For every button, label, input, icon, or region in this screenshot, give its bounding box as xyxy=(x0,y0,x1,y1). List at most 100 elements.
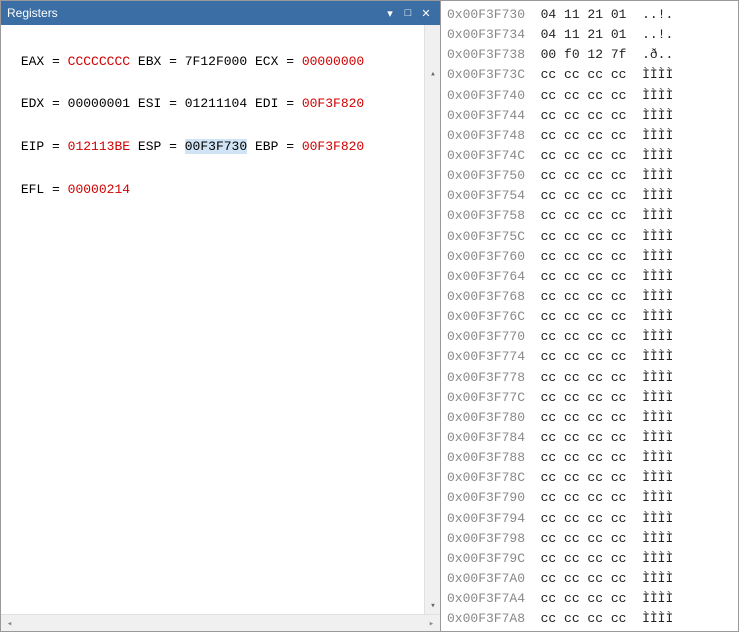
memory-address: 0x00F3F76C xyxy=(447,309,525,324)
scroll-right-icon[interactable]: ▸ xyxy=(423,615,440,632)
reg-eax-value[interactable]: CCCCCCCC xyxy=(68,54,130,69)
memory-ascii: ÌÌÌÌ xyxy=(642,410,673,425)
memory-row[interactable]: 0x00F3F74C cc cc cc cc ÌÌÌÌ xyxy=(447,146,732,166)
memory-ascii: ÌÌÌÌ xyxy=(642,249,673,264)
memory-row[interactable]: 0x00F3F748 cc cc cc cc ÌÌÌÌ xyxy=(447,126,732,146)
memory-address: 0x00F3F778 xyxy=(447,370,525,385)
memory-row[interactable]: 0x00F3F784 cc cc cc cc ÌÌÌÌ xyxy=(447,428,732,448)
registers-content[interactable]: EAX = CCCCCCCC EBX = 7F12F000 ECX = 0000… xyxy=(1,25,440,614)
memory-bytes: cc cc cc cc xyxy=(541,531,627,546)
memory-bytes: cc cc cc cc xyxy=(541,148,627,163)
reg-esi-value[interactable]: 01211104 xyxy=(185,96,247,111)
memory-row[interactable]: 0x00F3F788 cc cc cc cc ÌÌÌÌ xyxy=(447,448,732,468)
scroll-down-icon[interactable]: ▾ xyxy=(425,598,440,614)
memory-address: 0x00F3F748 xyxy=(447,128,525,143)
memory-row[interactable]: 0x00F3F734 04 11 21 01 ..!. xyxy=(447,25,732,45)
memory-bytes: cc cc cc cc xyxy=(541,551,627,566)
memory-row[interactable]: 0x00F3F738 00 f0 12 7f .ð.. xyxy=(447,45,732,65)
memory-address: 0x00F3F770 xyxy=(447,329,525,344)
reg-efl-value[interactable]: 00000214 xyxy=(68,182,130,197)
memory-ascii: ÌÌÌÌ xyxy=(642,511,673,526)
reg-edi-name: EDI xyxy=(255,96,278,111)
memory-ascii: ÌÌÌÌ xyxy=(642,551,673,566)
memory-bytes: cc cc cc cc xyxy=(541,168,627,183)
memory-ascii: ÌÌÌÌ xyxy=(642,470,673,485)
reg-eip-value[interactable]: 012113BE xyxy=(68,139,130,154)
memory-ascii: ÌÌÌÌ xyxy=(642,349,673,364)
memory-ascii: ÌÌÌÌ xyxy=(642,269,673,284)
vertical-scrollbar[interactable]: ▴ ▾ xyxy=(424,25,440,614)
memory-bytes: cc cc cc cc xyxy=(541,67,627,82)
memory-row[interactable]: 0x00F3F7A4 cc cc cc cc ÌÌÌÌ xyxy=(447,589,732,609)
memory-row[interactable]: 0x00F3F780 cc cc cc cc ÌÌÌÌ xyxy=(447,408,732,428)
memory-address: 0x00F3F764 xyxy=(447,269,525,284)
memory-address: 0x00F3F730 xyxy=(447,7,525,22)
window-menu-icon[interactable]: ▾ xyxy=(382,5,398,21)
memory-row[interactable]: 0x00F3F764 cc cc cc cc ÌÌÌÌ xyxy=(447,267,732,287)
reg-edi-value[interactable]: 00F3F820 xyxy=(302,96,364,111)
memory-row[interactable]: 0x00F3F730 04 11 21 01 ..!. xyxy=(447,5,732,25)
memory-panel[interactable]: 0x00F3F730 04 11 21 01 ..!.0x00F3F734 04… xyxy=(441,1,738,631)
memory-row[interactable]: 0x00F3F778 cc cc cc cc ÌÌÌÌ xyxy=(447,368,732,388)
memory-ascii: ÌÌÌÌ xyxy=(642,208,673,223)
memory-row[interactable]: 0x00F3F758 cc cc cc cc ÌÌÌÌ xyxy=(447,206,732,226)
reg-ebx-value[interactable]: 7F12F000 xyxy=(185,54,247,69)
memory-address: 0x00F3F77C xyxy=(447,390,525,405)
memory-bytes: cc cc cc cc xyxy=(541,188,627,203)
maximize-icon[interactable]: □ xyxy=(400,5,416,21)
registers-titlebar[interactable]: Registers ▾ □ ✕ xyxy=(1,1,440,25)
memory-row[interactable]: 0x00F3F73C cc cc cc cc ÌÌÌÌ xyxy=(447,65,732,85)
memory-address: 0x00F3F750 xyxy=(447,168,525,183)
reg-ebp-value[interactable]: 00F3F820 xyxy=(302,139,364,154)
reg-eax-name: EAX xyxy=(21,54,44,69)
memory-address: 0x00F3F790 xyxy=(447,490,525,505)
memory-row[interactable]: 0x00F3F7A8 cc cc cc cc ÌÌÌÌ xyxy=(447,609,732,629)
memory-address: 0x00F3F734 xyxy=(447,27,525,42)
memory-bytes: 00 f0 12 7f xyxy=(541,47,627,62)
memory-row[interactable]: 0x00F3F78C cc cc cc cc ÌÌÌÌ xyxy=(447,468,732,488)
memory-row[interactable]: 0x00F3F79C cc cc cc cc ÌÌÌÌ xyxy=(447,549,732,569)
memory-row[interactable]: 0x00F3F774 cc cc cc cc ÌÌÌÌ xyxy=(447,347,732,367)
memory-row[interactable]: 0x00F3F75C cc cc cc cc ÌÌÌÌ xyxy=(447,227,732,247)
memory-bytes: cc cc cc cc xyxy=(541,208,627,223)
horizontal-scrollbar[interactable]: ◂ ▸ xyxy=(1,614,440,631)
scroll-up-icon[interactable]: ▴ xyxy=(425,67,440,83)
memory-bytes: 04 11 21 01 xyxy=(541,7,627,22)
memory-ascii: ÌÌÌÌ xyxy=(642,67,673,82)
memory-address: 0x00F3F7A8 xyxy=(447,611,525,626)
close-icon[interactable]: ✕ xyxy=(418,5,434,21)
memory-row[interactable]: 0x00F3F77C cc cc cc cc ÌÌÌÌ xyxy=(447,388,732,408)
memory-ascii: ..!. xyxy=(642,7,673,22)
memory-row[interactable]: 0x00F3F768 cc cc cc cc ÌÌÌÌ xyxy=(447,287,732,307)
memory-address: 0x00F3F75C xyxy=(447,229,525,244)
memory-row[interactable]: 0x00F3F744 cc cc cc cc ÌÌÌÌ xyxy=(447,106,732,126)
memory-address: 0x00F3F744 xyxy=(447,108,525,123)
memory-row[interactable]: 0x00F3F7AC cc cc cc cc ÌÌÌÌ xyxy=(447,629,732,631)
reg-esp-value[interactable]: 00F3F730 xyxy=(185,139,247,154)
memory-bytes: cc cc cc cc xyxy=(541,269,627,284)
memory-row[interactable]: 0x00F3F770 cc cc cc cc ÌÌÌÌ xyxy=(447,327,732,347)
scroll-left-icon[interactable]: ◂ xyxy=(1,615,18,632)
reg-ecx-value[interactable]: 00000000 xyxy=(302,54,364,69)
memory-address: 0x00F3F760 xyxy=(447,249,525,264)
memory-ascii: ÌÌÌÌ xyxy=(642,289,673,304)
reg-edx-value[interactable]: 00000001 xyxy=(68,96,130,111)
registers-title: Registers xyxy=(7,6,382,20)
memory-row[interactable]: 0x00F3F7A0 cc cc cc cc ÌÌÌÌ xyxy=(447,569,732,589)
register-row: EFL = 00000214 xyxy=(13,180,428,201)
memory-bytes: cc cc cc cc xyxy=(541,490,627,505)
memory-ascii: ÌÌÌÌ xyxy=(642,490,673,505)
memory-row[interactable]: 0x00F3F754 cc cc cc cc ÌÌÌÌ xyxy=(447,186,732,206)
memory-bytes: cc cc cc cc xyxy=(541,370,627,385)
memory-row[interactable]: 0x00F3F790 cc cc cc cc ÌÌÌÌ xyxy=(447,488,732,508)
memory-bytes: cc cc cc cc xyxy=(541,470,627,485)
memory-row[interactable]: 0x00F3F798 cc cc cc cc ÌÌÌÌ xyxy=(447,529,732,549)
memory-ascii: ÌÌÌÌ xyxy=(642,450,673,465)
memory-row[interactable]: 0x00F3F76C cc cc cc cc ÌÌÌÌ xyxy=(447,307,732,327)
memory-bytes: cc cc cc cc xyxy=(541,591,627,606)
memory-row[interactable]: 0x00F3F794 cc cc cc cc ÌÌÌÌ xyxy=(447,509,732,529)
register-row: EDX = 00000001 ESI = 01211104 EDI = 00F3… xyxy=(13,94,428,115)
memory-row[interactable]: 0x00F3F760 cc cc cc cc ÌÌÌÌ xyxy=(447,247,732,267)
memory-row[interactable]: 0x00F3F740 cc cc cc cc ÌÌÌÌ xyxy=(447,86,732,106)
memory-row[interactable]: 0x00F3F750 cc cc cc cc ÌÌÌÌ xyxy=(447,166,732,186)
